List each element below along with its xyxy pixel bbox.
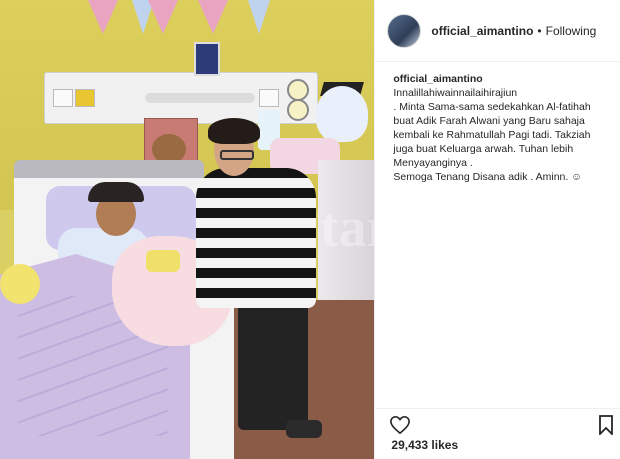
wall-poster [194, 42, 220, 76]
yellow-pillow [0, 264, 40, 304]
following-button[interactable]: Following [546, 24, 597, 38]
caption-line: kembali ke Rahmatullah Pagi tadi. Takzia… [393, 129, 591, 141]
visitor-striped-shirt [196, 168, 316, 308]
watermark: tar [320, 197, 374, 259]
caption-line: . Minta Sama-sama sedekahkan Al-fatihah [393, 101, 591, 113]
avatar[interactable] [387, 13, 422, 48]
post-actions [375, 408, 620, 435]
caption-line: Innalillahiwainnailaihirajiun [393, 87, 518, 99]
post-caption: official_aimantino Innalillahiwainnailai… [375, 62, 620, 184]
caption-username[interactable]: official_aimantino [393, 73, 482, 85]
username-link[interactable]: official_aimantino [431, 24, 533, 38]
bunting-decoration [88, 0, 288, 36]
separator-dot: • [537, 23, 542, 38]
post-photo[interactable]: tar [0, 0, 375, 459]
patient-cap [88, 182, 144, 202]
caption-line: buat Adik Farah Alwani yang Baru sahaja [393, 115, 585, 127]
visitor-legs [238, 300, 308, 430]
visitor-glasses [220, 150, 254, 160]
visitor-shoe [286, 420, 322, 438]
caption-line: juga buat Keluarga arwah. Tuhan lebih [393, 143, 574, 155]
visitor-hair [208, 118, 260, 144]
plush-bow [146, 250, 180, 272]
heart-icon[interactable] [389, 415, 411, 435]
caption-line: Semoga Tenang Disana adik . Aminn. ☺ [393, 171, 582, 183]
likes-count[interactable]: 29,433 likes [391, 438, 458, 452]
instagram-post: tar official_aimantino • Following offic… [0, 0, 620, 459]
plush-toy-right [316, 86, 368, 142]
post-header: official_aimantino • Following [375, 0, 620, 62]
caption-line: Menyayanginya . [393, 157, 473, 169]
bookmark-icon[interactable] [598, 415, 614, 435]
post-side-panel: official_aimantino • Following official_… [374, 0, 620, 459]
